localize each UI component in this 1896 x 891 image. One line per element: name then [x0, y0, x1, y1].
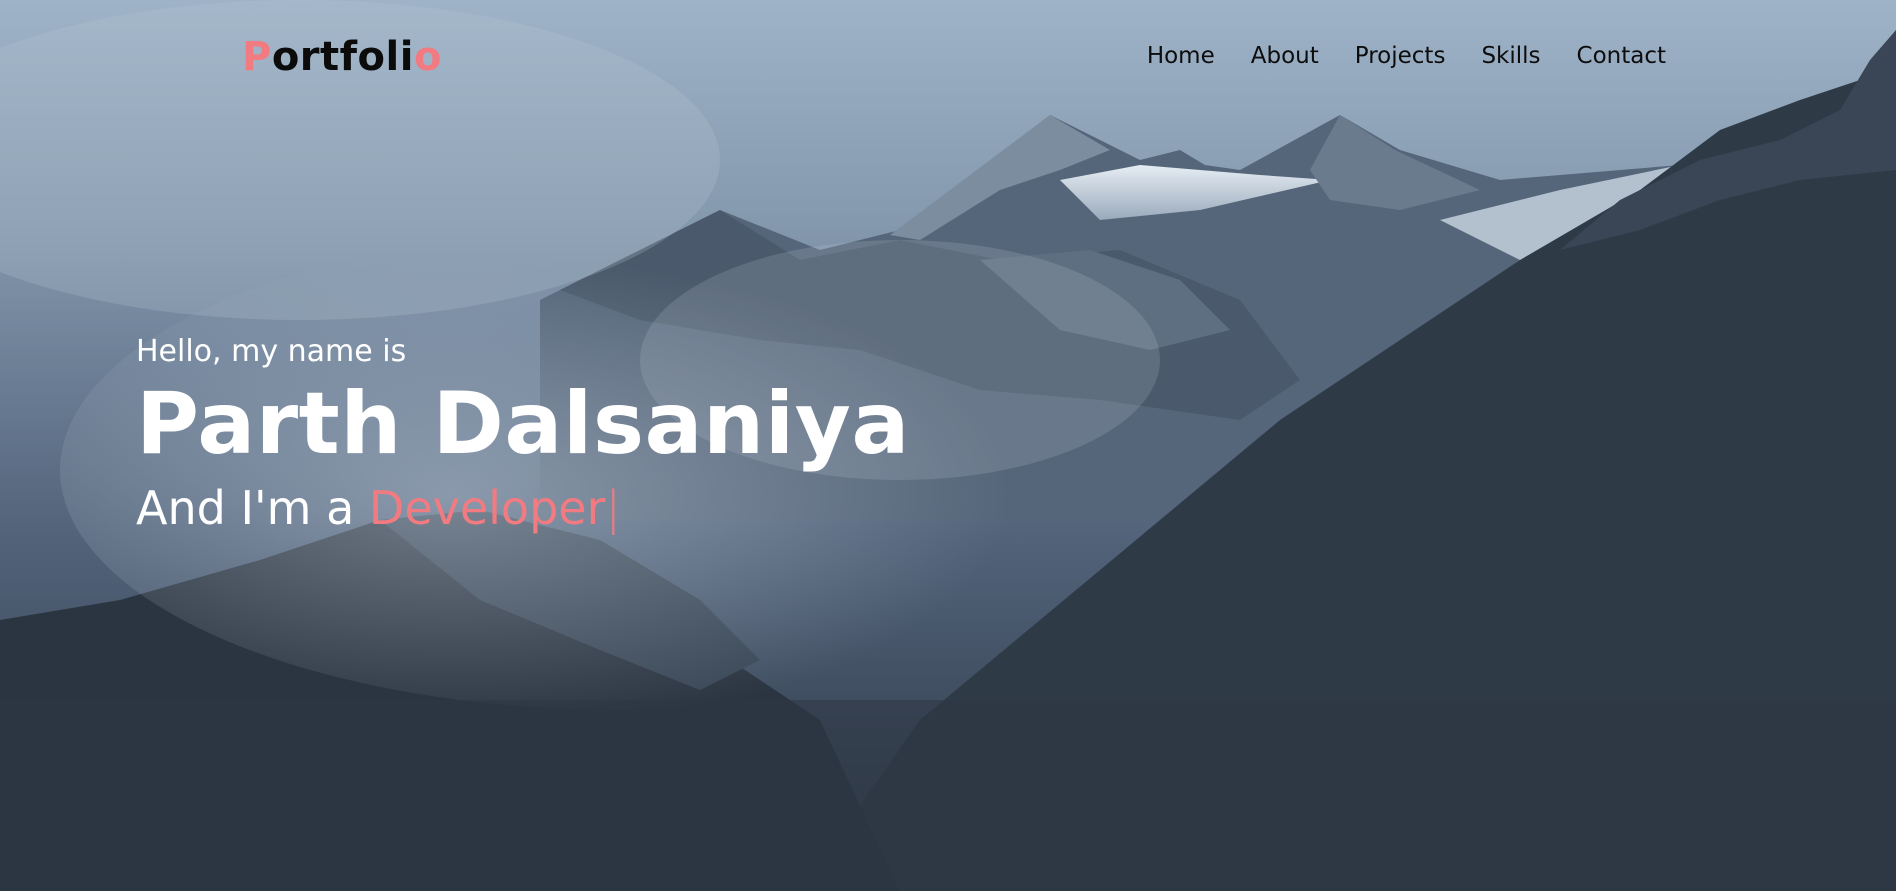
logo-text: ortfoli	[271, 34, 414, 80]
nav-link-about[interactable]: About	[1251, 43, 1319, 69]
hero-section: Portfolio Home About Projects Skills Con…	[0, 0, 1896, 891]
hero-content: Hello, my name is Parth Dalsaniya And I'…	[136, 332, 910, 540]
hero-role-line: And I'm a Developer|	[136, 476, 910, 540]
typing-cursor: |	[605, 481, 622, 535]
nav-link-skills[interactable]: Skills	[1481, 43, 1540, 69]
navbar: Portfolio Home About Projects Skills Con…	[0, 0, 1896, 112]
typed-role: Developer	[368, 481, 606, 535]
portfolio-logo[interactable]: Portfolio	[242, 30, 442, 84]
hero-greeting: Hello, my name is	[136, 334, 407, 369]
nav-link-home[interactable]: Home	[1147, 43, 1215, 69]
logo-letter-o: o	[413, 34, 442, 80]
nav-menu: Home About Projects Skills Contact	[1147, 40, 1666, 72]
nav-link-contact[interactable]: Contact	[1577, 43, 1666, 69]
hero-name: Parth Dalsaniya	[136, 374, 910, 474]
logo-letter-p: P	[242, 34, 272, 80]
role-prefix: And I'm a	[136, 481, 355, 535]
nav-link-projects[interactable]: Projects	[1355, 43, 1446, 69]
